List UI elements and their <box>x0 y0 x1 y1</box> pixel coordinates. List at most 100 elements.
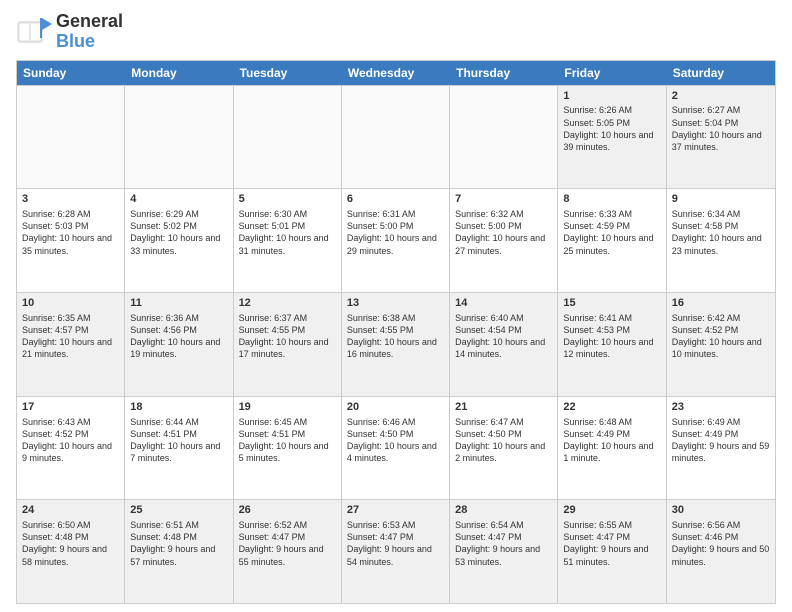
day-number: 29 <box>563 503 660 518</box>
day-number: 1 <box>563 89 660 104</box>
day-number: 8 <box>563 192 660 207</box>
day-number: 19 <box>239 400 336 415</box>
cal-cell-2-6: 16Sunrise: 6:42 AM Sunset: 4:52 PM Dayli… <box>667 293 775 396</box>
day-info: Sunrise: 6:32 AM Sunset: 5:00 PM Dayligh… <box>455 208 552 257</box>
calendar-header: SundayMondayTuesdayWednesdayThursdayFrid… <box>17 61 775 85</box>
day-number: 13 <box>347 296 444 311</box>
calendar-row-3: 17Sunrise: 6:43 AM Sunset: 4:52 PM Dayli… <box>17 396 775 500</box>
day-number: 18 <box>130 400 227 415</box>
cal-cell-4-3: 27Sunrise: 6:53 AM Sunset: 4:47 PM Dayli… <box>342 500 450 603</box>
header-cell-friday: Friday <box>558 61 666 85</box>
day-number: 2 <box>672 89 770 104</box>
header-cell-wednesday: Wednesday <box>342 61 450 85</box>
cal-cell-0-3 <box>342 86 450 189</box>
calendar: SundayMondayTuesdayWednesdayThursdayFrid… <box>16 60 776 604</box>
day-info: Sunrise: 6:54 AM Sunset: 4:47 PM Dayligh… <box>455 519 552 568</box>
day-number: 26 <box>239 503 336 518</box>
day-number: 30 <box>672 503 770 518</box>
day-info: Sunrise: 6:46 AM Sunset: 4:50 PM Dayligh… <box>347 416 444 465</box>
cal-cell-1-4: 7Sunrise: 6:32 AM Sunset: 5:00 PM Daylig… <box>450 189 558 292</box>
header-cell-monday: Monday <box>125 61 233 85</box>
cal-cell-0-6: 2Sunrise: 6:27 AM Sunset: 5:04 PM Daylig… <box>667 86 775 189</box>
day-number: 28 <box>455 503 552 518</box>
top-section: General Blue <box>16 12 776 52</box>
cal-cell-0-2 <box>234 86 342 189</box>
cal-cell-1-3: 6Sunrise: 6:31 AM Sunset: 5:00 PM Daylig… <box>342 189 450 292</box>
day-number: 11 <box>130 296 227 311</box>
day-number: 20 <box>347 400 444 415</box>
logo-icon <box>16 14 52 50</box>
day-info: Sunrise: 6:52 AM Sunset: 4:47 PM Dayligh… <box>239 519 336 568</box>
day-number: 27 <box>347 503 444 518</box>
day-number: 15 <box>563 296 660 311</box>
day-number: 12 <box>239 296 336 311</box>
day-number: 25 <box>130 503 227 518</box>
cal-cell-1-5: 8Sunrise: 6:33 AM Sunset: 4:59 PM Daylig… <box>558 189 666 292</box>
day-info: Sunrise: 6:55 AM Sunset: 4:47 PM Dayligh… <box>563 519 660 568</box>
cal-cell-2-2: 12Sunrise: 6:37 AM Sunset: 4:55 PM Dayli… <box>234 293 342 396</box>
cal-cell-4-2: 26Sunrise: 6:52 AM Sunset: 4:47 PM Dayli… <box>234 500 342 603</box>
day-number: 24 <box>22 503 119 518</box>
day-info: Sunrise: 6:40 AM Sunset: 4:54 PM Dayligh… <box>455 312 552 361</box>
cal-cell-0-1 <box>125 86 233 189</box>
day-info: Sunrise: 6:44 AM Sunset: 4:51 PM Dayligh… <box>130 416 227 465</box>
day-number: 7 <box>455 192 552 207</box>
logo-text: General Blue <box>56 12 123 52</box>
header-cell-sunday: Sunday <box>17 61 125 85</box>
day-info: Sunrise: 6:43 AM Sunset: 4:52 PM Dayligh… <box>22 416 119 465</box>
day-number: 3 <box>22 192 119 207</box>
day-number: 5 <box>239 192 336 207</box>
cal-cell-4-5: 29Sunrise: 6:55 AM Sunset: 4:47 PM Dayli… <box>558 500 666 603</box>
day-number: 14 <box>455 296 552 311</box>
cal-cell-3-3: 20Sunrise: 6:46 AM Sunset: 4:50 PM Dayli… <box>342 397 450 500</box>
day-info: Sunrise: 6:26 AM Sunset: 5:05 PM Dayligh… <box>563 104 660 153</box>
day-info: Sunrise: 6:31 AM Sunset: 5:00 PM Dayligh… <box>347 208 444 257</box>
day-info: Sunrise: 6:28 AM Sunset: 5:03 PM Dayligh… <box>22 208 119 257</box>
day-info: Sunrise: 6:50 AM Sunset: 4:48 PM Dayligh… <box>22 519 119 568</box>
cal-cell-2-1: 11Sunrise: 6:36 AM Sunset: 4:56 PM Dayli… <box>125 293 233 396</box>
cal-cell-4-6: 30Sunrise: 6:56 AM Sunset: 4:46 PM Dayli… <box>667 500 775 603</box>
day-info: Sunrise: 6:56 AM Sunset: 4:46 PM Dayligh… <box>672 519 770 568</box>
page: General Blue SundayMondayTuesdayWednesda… <box>0 0 792 612</box>
cal-cell-2-0: 10Sunrise: 6:35 AM Sunset: 4:57 PM Dayli… <box>17 293 125 396</box>
day-info: Sunrise: 6:49 AM Sunset: 4:49 PM Dayligh… <box>672 416 770 465</box>
day-info: Sunrise: 6:53 AM Sunset: 4:47 PM Dayligh… <box>347 519 444 568</box>
day-info: Sunrise: 6:34 AM Sunset: 4:58 PM Dayligh… <box>672 208 770 257</box>
calendar-row-4: 24Sunrise: 6:50 AM Sunset: 4:48 PM Dayli… <box>17 499 775 603</box>
day-number: 10 <box>22 296 119 311</box>
cal-cell-1-1: 4Sunrise: 6:29 AM Sunset: 5:02 PM Daylig… <box>125 189 233 292</box>
cal-cell-4-4: 28Sunrise: 6:54 AM Sunset: 4:47 PM Dayli… <box>450 500 558 603</box>
day-number: 23 <box>672 400 770 415</box>
cal-cell-1-0: 3Sunrise: 6:28 AM Sunset: 5:03 PM Daylig… <box>17 189 125 292</box>
cal-cell-0-4 <box>450 86 558 189</box>
day-info: Sunrise: 6:30 AM Sunset: 5:01 PM Dayligh… <box>239 208 336 257</box>
day-info: Sunrise: 6:36 AM Sunset: 4:56 PM Dayligh… <box>130 312 227 361</box>
day-number: 4 <box>130 192 227 207</box>
cal-cell-4-0: 24Sunrise: 6:50 AM Sunset: 4:48 PM Dayli… <box>17 500 125 603</box>
calendar-row-1: 3Sunrise: 6:28 AM Sunset: 5:03 PM Daylig… <box>17 188 775 292</box>
day-number: 9 <box>672 192 770 207</box>
day-info: Sunrise: 6:47 AM Sunset: 4:50 PM Dayligh… <box>455 416 552 465</box>
cal-cell-3-2: 19Sunrise: 6:45 AM Sunset: 4:51 PM Dayli… <box>234 397 342 500</box>
cal-cell-0-0 <box>17 86 125 189</box>
calendar-row-2: 10Sunrise: 6:35 AM Sunset: 4:57 PM Dayli… <box>17 292 775 396</box>
day-number: 21 <box>455 400 552 415</box>
calendar-row-0: 1Sunrise: 6:26 AM Sunset: 5:05 PM Daylig… <box>17 85 775 189</box>
day-number: 22 <box>563 400 660 415</box>
day-info: Sunrise: 6:45 AM Sunset: 4:51 PM Dayligh… <box>239 416 336 465</box>
cal-cell-3-5: 22Sunrise: 6:48 AM Sunset: 4:49 PM Dayli… <box>558 397 666 500</box>
cal-cell-2-5: 15Sunrise: 6:41 AM Sunset: 4:53 PM Dayli… <box>558 293 666 396</box>
day-info: Sunrise: 6:35 AM Sunset: 4:57 PM Dayligh… <box>22 312 119 361</box>
cal-cell-4-1: 25Sunrise: 6:51 AM Sunset: 4:48 PM Dayli… <box>125 500 233 603</box>
cal-cell-1-6: 9Sunrise: 6:34 AM Sunset: 4:58 PM Daylig… <box>667 189 775 292</box>
cal-cell-3-0: 17Sunrise: 6:43 AM Sunset: 4:52 PM Dayli… <box>17 397 125 500</box>
day-info: Sunrise: 6:51 AM Sunset: 4:48 PM Dayligh… <box>130 519 227 568</box>
cal-cell-0-5: 1Sunrise: 6:26 AM Sunset: 5:05 PM Daylig… <box>558 86 666 189</box>
day-number: 17 <box>22 400 119 415</box>
day-info: Sunrise: 6:29 AM Sunset: 5:02 PM Dayligh… <box>130 208 227 257</box>
day-info: Sunrise: 6:48 AM Sunset: 4:49 PM Dayligh… <box>563 416 660 465</box>
cal-cell-1-2: 5Sunrise: 6:30 AM Sunset: 5:01 PM Daylig… <box>234 189 342 292</box>
header-cell-tuesday: Tuesday <box>234 61 342 85</box>
header-cell-thursday: Thursday <box>450 61 558 85</box>
day-info: Sunrise: 6:41 AM Sunset: 4:53 PM Dayligh… <box>563 312 660 361</box>
